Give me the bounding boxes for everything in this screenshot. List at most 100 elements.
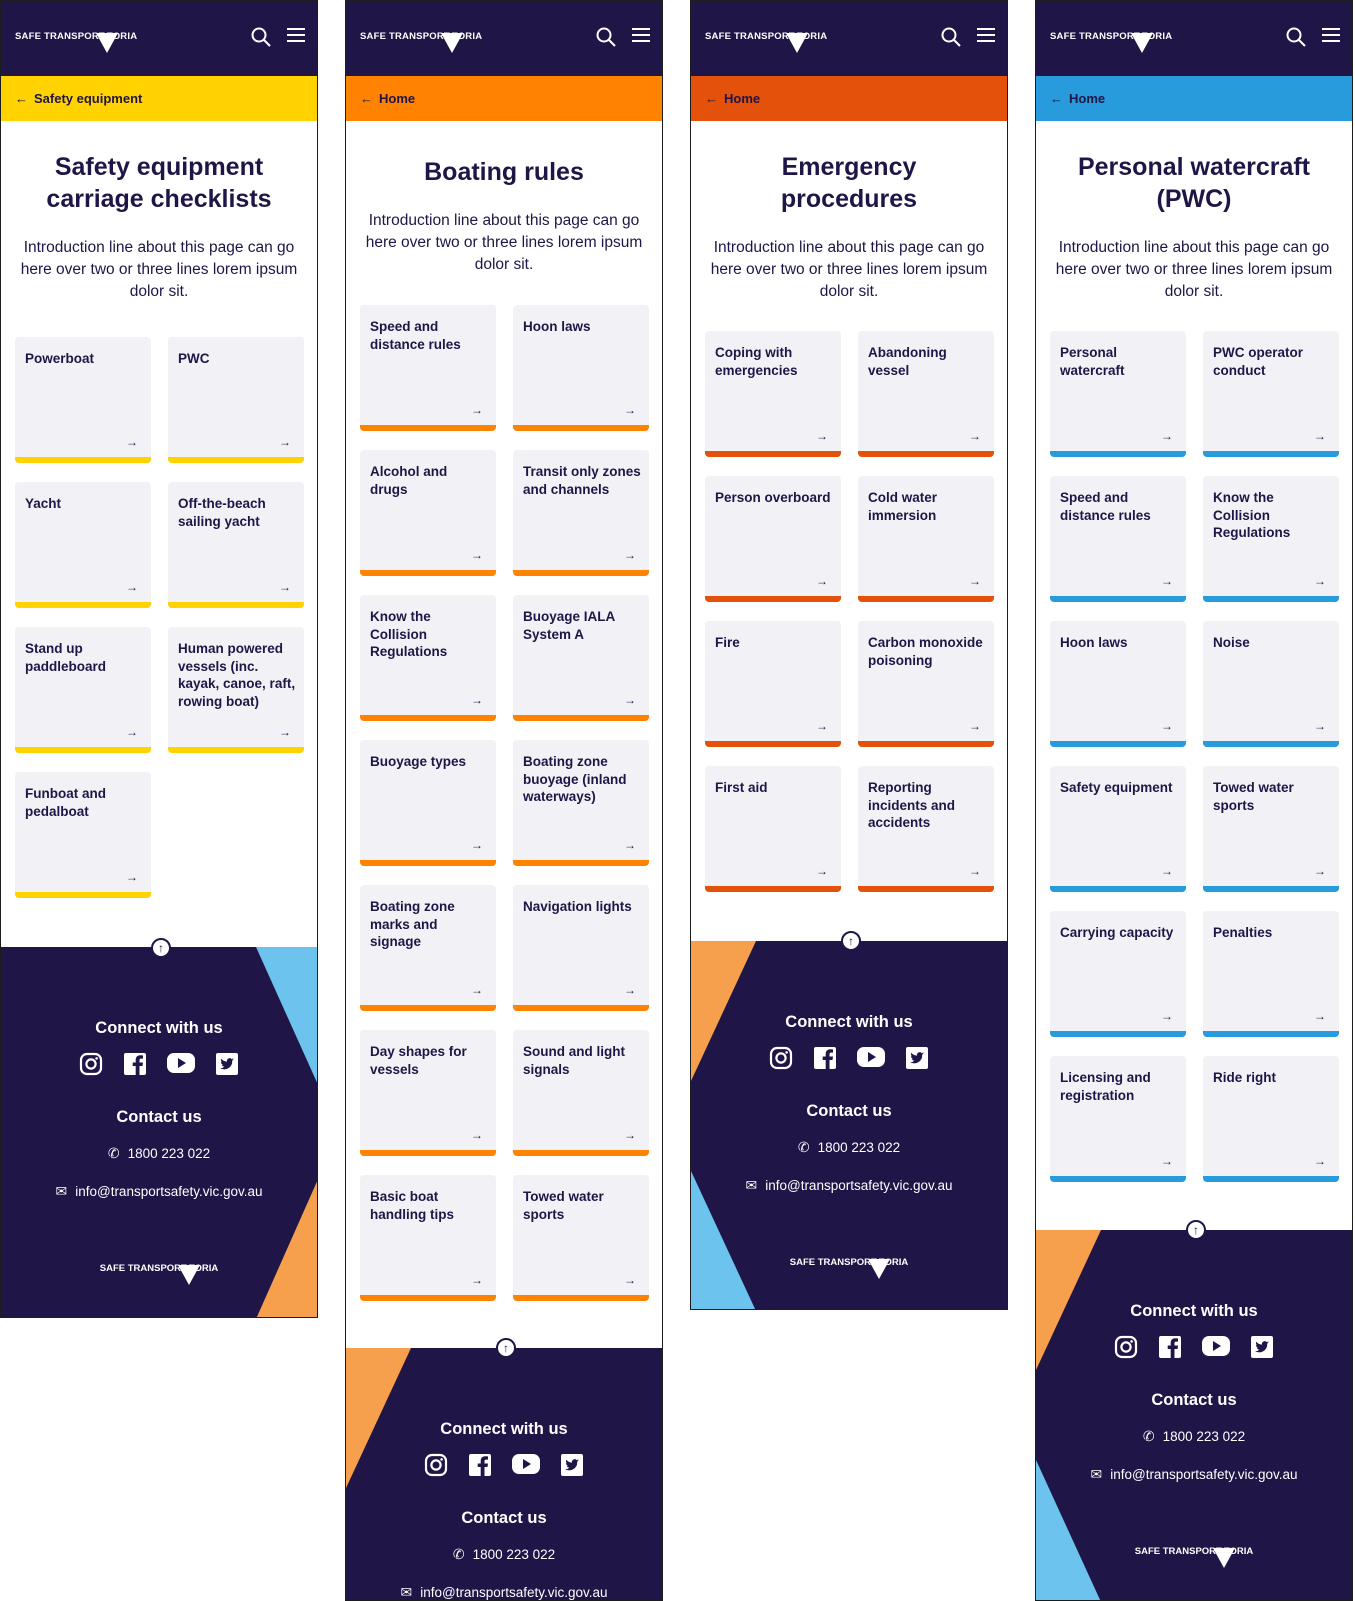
facebook-icon[interactable] — [1158, 1335, 1182, 1364]
nav-card[interactable]: Reporting incidents and accidents → — [858, 766, 994, 892]
instagram-icon[interactable] — [424, 1453, 448, 1482]
breadcrumb[interactable]: ← Home — [691, 76, 1007, 121]
social-links — [1036, 1335, 1352, 1364]
contact-email[interactable]: ✉ info@transportsafety.vic.gov.au — [1036, 1466, 1352, 1483]
search-icon[interactable] — [251, 27, 271, 47]
search-icon[interactable] — [941, 27, 961, 47]
contact-email[interactable]: ✉ info@transportsafety.vic.gov.au — [691, 1177, 1007, 1194]
breadcrumb[interactable]: ← Home — [346, 76, 662, 121]
contact-phone[interactable]: ✆ 1800 223 022 — [1036, 1428, 1352, 1445]
nav-card[interactable]: Hoon laws → — [513, 305, 649, 431]
instagram-icon[interactable] — [769, 1046, 793, 1075]
contact-phone[interactable]: ✆ 1800 223 022 — [691, 1139, 1007, 1156]
nav-card[interactable]: Penalties → — [1203, 911, 1339, 1037]
nav-card[interactable]: Basic boat handling tips → — [360, 1175, 496, 1301]
menu-icon[interactable] — [977, 27, 995, 47]
footer-logo: SAFE TRANSPORT TORIA — [1036, 1546, 1352, 1568]
facebook-icon[interactable] — [123, 1052, 147, 1081]
search-icon[interactable] — [1286, 27, 1306, 47]
nav-card[interactable]: Abandoning vessel → — [858, 331, 994, 457]
youtube-icon[interactable] — [1202, 1335, 1230, 1364]
nav-card[interactable]: Buoyage IALA System A → — [513, 595, 649, 721]
nav-card[interactable]: Cold water immersion → — [858, 476, 994, 602]
instagram-icon[interactable] — [79, 1052, 103, 1081]
nav-card-accent — [1203, 596, 1339, 602]
facebook-icon[interactable] — [813, 1046, 837, 1075]
nav-card-label: Boating zone marks and signage — [370, 899, 455, 949]
nav-card[interactable]: Know the Collision Regulations → — [1203, 476, 1339, 602]
back-to-top-button[interactable]: ↑ — [841, 931, 861, 951]
nav-card[interactable]: Hoon laws → — [1050, 621, 1186, 747]
search-icon[interactable] — [596, 27, 616, 47]
breadcrumb[interactable]: ← Safety equipment — [1, 76, 317, 121]
menu-icon[interactable] — [1322, 27, 1340, 47]
nav-card[interactable]: Know the Collision Regulations → — [360, 595, 496, 721]
nav-card[interactable]: Sound and light signals → — [513, 1030, 649, 1156]
twitter-icon[interactable] — [560, 1453, 584, 1482]
arrow-right-icon: → — [624, 1273, 636, 1287]
contact-phone[interactable]: ✆ 1800 223 022 — [1, 1145, 317, 1162]
nav-card[interactable]: Carrying capacity → — [1050, 911, 1186, 1037]
nav-card[interactable]: Buoyage types → — [360, 740, 496, 866]
nav-card-label: Towed water sports — [1213, 780, 1294, 813]
breadcrumb[interactable]: ← Home — [1036, 76, 1352, 121]
menu-icon[interactable] — [287, 27, 305, 47]
nav-card[interactable]: Yacht → — [15, 482, 151, 608]
back-to-top-button[interactable]: ↑ — [496, 1338, 516, 1358]
nav-card[interactable]: Speed and distance rules → — [1050, 476, 1186, 602]
nav-card[interactable]: Funboat and pedalboat → — [15, 772, 151, 898]
twitter-icon[interactable] — [905, 1046, 929, 1075]
nav-card[interactable]: Towed water sports → — [1203, 766, 1339, 892]
nav-card-label: PWC operator conduct — [1213, 345, 1304, 378]
site-logo[interactable]: SAFE TRANSPORT TORIA — [360, 31, 482, 53]
nav-card-label: Navigation lights — [523, 899, 632, 914]
nav-card[interactable]: Person overboard → — [705, 476, 841, 602]
arrow-right-icon: → — [1314, 1154, 1326, 1168]
nav-card[interactable]: PWC operator conduct → — [1203, 331, 1339, 457]
youtube-icon[interactable] — [512, 1453, 540, 1482]
nav-card[interactable]: Powerboat → — [15, 337, 151, 463]
facebook-icon[interactable] — [468, 1453, 492, 1482]
nav-card[interactable]: Navigation lights → — [513, 885, 649, 1011]
nav-card[interactable]: PWC → — [168, 337, 304, 463]
nav-card[interactable]: Stand up paddleboard → — [15, 627, 151, 753]
nav-card[interactable]: Coping with emergencies → — [705, 331, 841, 457]
nav-card-label: Boating zone buoyage (inland waterways) — [523, 754, 627, 804]
instagram-icon[interactable] — [1114, 1335, 1138, 1364]
nav-card[interactable]: Ride right → — [1203, 1056, 1339, 1182]
site-logo[interactable]: SAFE TRANSPORT TORIA — [15, 31, 137, 53]
nav-card[interactable]: Speed and distance rules → — [360, 305, 496, 431]
nav-card[interactable]: Human powered vessels (inc. kayak, canoe… — [168, 627, 304, 753]
nav-card[interactable]: Carbon monoxide poisoning → — [858, 621, 994, 747]
nav-card[interactable]: Fire → — [705, 621, 841, 747]
twitter-icon[interactable] — [1250, 1335, 1274, 1364]
nav-card-label: Know the Collision Regulations — [1213, 490, 1291, 540]
nav-card[interactable]: First aid → — [705, 766, 841, 892]
nav-card[interactable]: Boating zone buoyage (inland waterways) → — [513, 740, 649, 866]
back-to-top-button[interactable]: ↑ — [151, 938, 171, 958]
nav-card[interactable]: Noise → — [1203, 621, 1339, 747]
youtube-icon[interactable] — [857, 1046, 885, 1075]
nav-card[interactable]: Day shapes for vessels → — [360, 1030, 496, 1156]
nav-card-accent — [15, 602, 151, 608]
youtube-icon[interactable] — [167, 1052, 195, 1081]
contact-email[interactable]: ✉ info@transportsafety.vic.gov.au — [346, 1584, 662, 1600]
social-links — [346, 1453, 662, 1482]
back-to-top-button[interactable]: ↑ — [1186, 1220, 1206, 1240]
nav-card[interactable]: Licensing and registration → — [1050, 1056, 1186, 1182]
nav-card[interactable]: Towed water sports → — [513, 1175, 649, 1301]
nav-card[interactable]: Personal watercraft → — [1050, 331, 1186, 457]
breadcrumb-label: Home — [724, 91, 761, 106]
phone-icon: ✆ — [1142, 1428, 1155, 1444]
nav-card[interactable]: Alcohol and drugs → — [360, 450, 496, 576]
twitter-icon[interactable] — [215, 1052, 239, 1081]
nav-card[interactable]: Safety equipment → — [1050, 766, 1186, 892]
nav-card[interactable]: Transit only zones and channels → — [513, 450, 649, 576]
nav-card[interactable]: Boating zone marks and signage → — [360, 885, 496, 1011]
contact-email[interactable]: ✉ info@transportsafety.vic.gov.au — [1, 1183, 317, 1200]
site-logo[interactable]: SAFE TRANSPORT TORIA — [705, 31, 827, 53]
contact-phone[interactable]: ✆ 1800 223 022 — [346, 1546, 662, 1563]
nav-card[interactable]: Off-the-beach sailing yacht → — [168, 482, 304, 608]
site-logo[interactable]: SAFE TRANSPORT TORIA — [1050, 31, 1172, 53]
menu-icon[interactable] — [632, 27, 650, 47]
